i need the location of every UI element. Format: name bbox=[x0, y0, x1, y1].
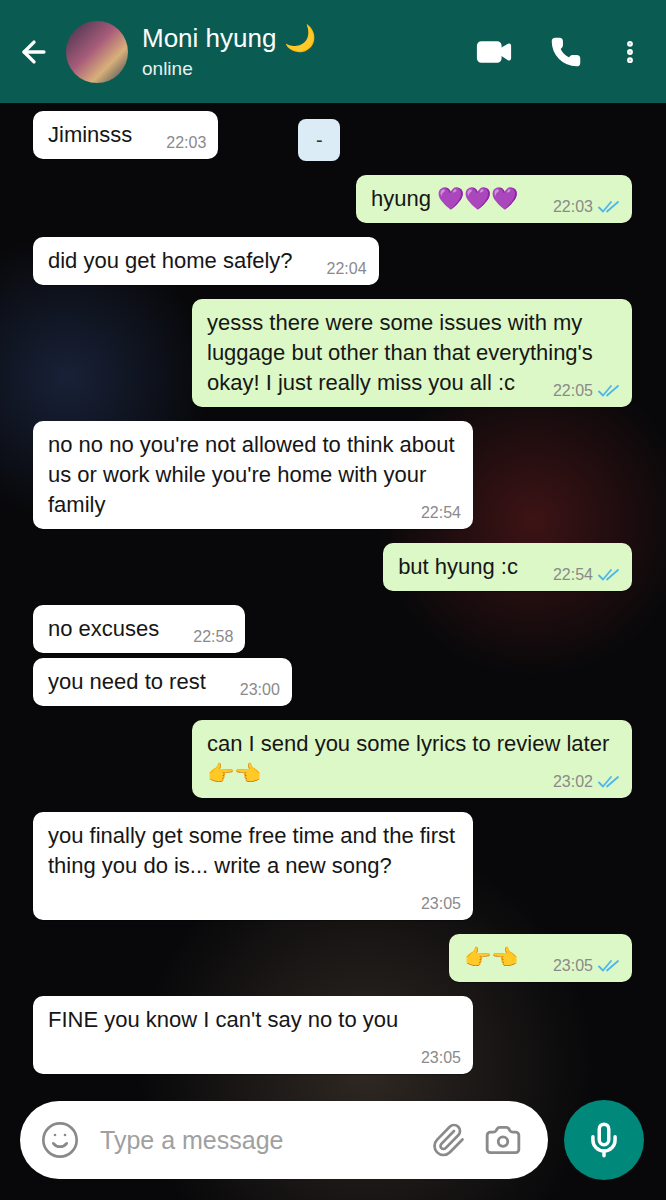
message-row: FINE you know I can't say no to you 23:05 bbox=[0, 996, 666, 1074]
message-text: FINE you know I can't say no to you bbox=[48, 1007, 398, 1032]
outgoing-message[interactable]: 👉👈 23:05 bbox=[449, 934, 632, 982]
message-meta: 22:58 bbox=[193, 627, 233, 647]
message-text: but hyung :c bbox=[398, 554, 518, 579]
message-row: you finally get some free time and the f… bbox=[0, 812, 666, 920]
video-call-icon[interactable] bbox=[472, 30, 516, 74]
message-time: 23:05 bbox=[421, 1048, 461, 1068]
message-text: did you get home safely? bbox=[48, 248, 293, 273]
message-list: Jiminsss 22:03 - hyung 💜💜💜 22:03 did you get … bbox=[0, 103, 666, 1100]
read-ticks-icon bbox=[598, 568, 620, 582]
back-arrow-icon[interactable] bbox=[16, 30, 52, 74]
message-input[interactable] bbox=[98, 1125, 412, 1156]
system-chip: - bbox=[298, 119, 340, 161]
contact-name: Moni hyung 🌙 bbox=[142, 23, 458, 54]
message-meta: 22:04 bbox=[327, 259, 367, 279]
outgoing-message[interactable]: yesss there were some issues with my lug… bbox=[192, 299, 632, 407]
message-row: but hyung :c 22:54 bbox=[0, 543, 666, 591]
message-text: no excuses bbox=[48, 616, 159, 641]
incoming-message[interactable]: you finally get some free time and the f… bbox=[33, 812, 473, 920]
message-meta: 23:05 bbox=[553, 956, 620, 976]
message-time: 23:05 bbox=[421, 894, 461, 914]
message-time: 23:05 bbox=[553, 956, 593, 976]
message-meta: 23:05 bbox=[421, 894, 461, 914]
outgoing-message[interactable]: hyung 💜💜💜 22:03 bbox=[356, 175, 632, 223]
chat-screen: Moni hyung 🌙onlineJiminsss22:03-hyung 💜💜… bbox=[0, 0, 666, 1200]
incoming-message[interactable]: no no no you're not allowed to think abo… bbox=[33, 421, 473, 529]
contact-avatar[interactable] bbox=[66, 21, 128, 83]
message-text: 👉👈 bbox=[464, 945, 518, 970]
message-time: 22:03 bbox=[553, 197, 593, 217]
message-text: you finally get some free time and the f… bbox=[48, 823, 455, 878]
message-meta: 22:05 bbox=[553, 381, 620, 401]
message-text: hyung 💜💜💜 bbox=[371, 186, 518, 211]
read-ticks-icon bbox=[598, 200, 620, 214]
incoming-message[interactable]: FINE you know I can't say no to you 23:05 bbox=[33, 996, 473, 1074]
more-options-icon[interactable] bbox=[616, 30, 644, 74]
composer-bar bbox=[0, 1100, 666, 1200]
message-time: 23:02 bbox=[553, 772, 593, 792]
outgoing-message[interactable]: but hyung :c 22:54 bbox=[383, 543, 632, 591]
message-meta: 22:54 bbox=[553, 565, 620, 585]
message-field bbox=[20, 1101, 548, 1179]
message-meta: 23:02 bbox=[553, 772, 620, 792]
message-time: 22:05 bbox=[553, 381, 593, 401]
message-row: 👉👈 23:05 bbox=[0, 934, 666, 982]
message-row: did you get home safely? 22:04 bbox=[0, 237, 666, 285]
message-row: no no no you're not allowed to think abo… bbox=[0, 421, 666, 529]
message-row: yesss there were some issues with my lug… bbox=[0, 299, 666, 407]
message-row: hyung 💜💜💜 22:03 bbox=[0, 175, 666, 223]
message-time: 22:03 bbox=[166, 133, 206, 153]
message-meta: 23:05 bbox=[421, 1048, 461, 1068]
message-time: 22:04 bbox=[327, 259, 367, 279]
message-text: Jiminsss bbox=[48, 122, 132, 147]
read-ticks-icon bbox=[598, 775, 620, 789]
emoji-icon[interactable] bbox=[40, 1120, 80, 1160]
camera-icon[interactable] bbox=[484, 1121, 522, 1159]
read-ticks-icon bbox=[598, 959, 620, 973]
message-time: 22:54 bbox=[553, 565, 593, 585]
message-time: 22:58 bbox=[193, 627, 233, 647]
header-actions bbox=[472, 30, 644, 74]
message-meta: 22:03 bbox=[553, 197, 620, 217]
message-meta: 23:00 bbox=[240, 680, 280, 700]
incoming-message[interactable]: you need to rest 23:00 bbox=[33, 658, 292, 706]
message-text: you need to rest bbox=[48, 669, 206, 694]
message-meta: 22:03 bbox=[166, 133, 206, 153]
message-text: yesss there were some issues with my lug… bbox=[207, 310, 593, 395]
incoming-message[interactable]: Jiminsss 22:03 bbox=[33, 111, 218, 159]
message-row: you need to rest 23:00 bbox=[0, 658, 666, 706]
message-time: 22:54 bbox=[421, 503, 461, 523]
message-text: can I send you some lyrics to review lat… bbox=[207, 731, 609, 786]
chat-background: Jiminsss 22:03 - hyung 💜💜💜 22:03 did you get … bbox=[0, 103, 666, 1200]
chat-header: Moni hyung 🌙 online bbox=[0, 0, 666, 103]
phone-call-icon[interactable] bbox=[544, 30, 588, 74]
contact-info[interactable]: Moni hyung 🌙 online bbox=[142, 23, 458, 80]
incoming-message[interactable]: did you get home safely? 22:04 bbox=[33, 237, 379, 285]
message-row: Jiminsss 22:03 - bbox=[0, 111, 666, 161]
message-meta: 22:54 bbox=[421, 503, 461, 523]
message-text: no no no you're not allowed to think abo… bbox=[48, 432, 455, 517]
mic-button[interactable] bbox=[564, 1100, 644, 1180]
incoming-message[interactable]: no excuses 22:58 bbox=[33, 605, 245, 653]
attach-icon[interactable] bbox=[430, 1122, 466, 1158]
contact-status: online bbox=[142, 58, 458, 80]
message-row: can I send you some lyrics to review lat… bbox=[0, 720, 666, 798]
message-row: no excuses 22:58 bbox=[0, 605, 666, 653]
microphone-icon bbox=[585, 1121, 623, 1159]
message-time: 23:00 bbox=[240, 680, 280, 700]
outgoing-message[interactable]: can I send you some lyrics to review lat… bbox=[192, 720, 632, 798]
read-ticks-icon bbox=[598, 384, 620, 398]
